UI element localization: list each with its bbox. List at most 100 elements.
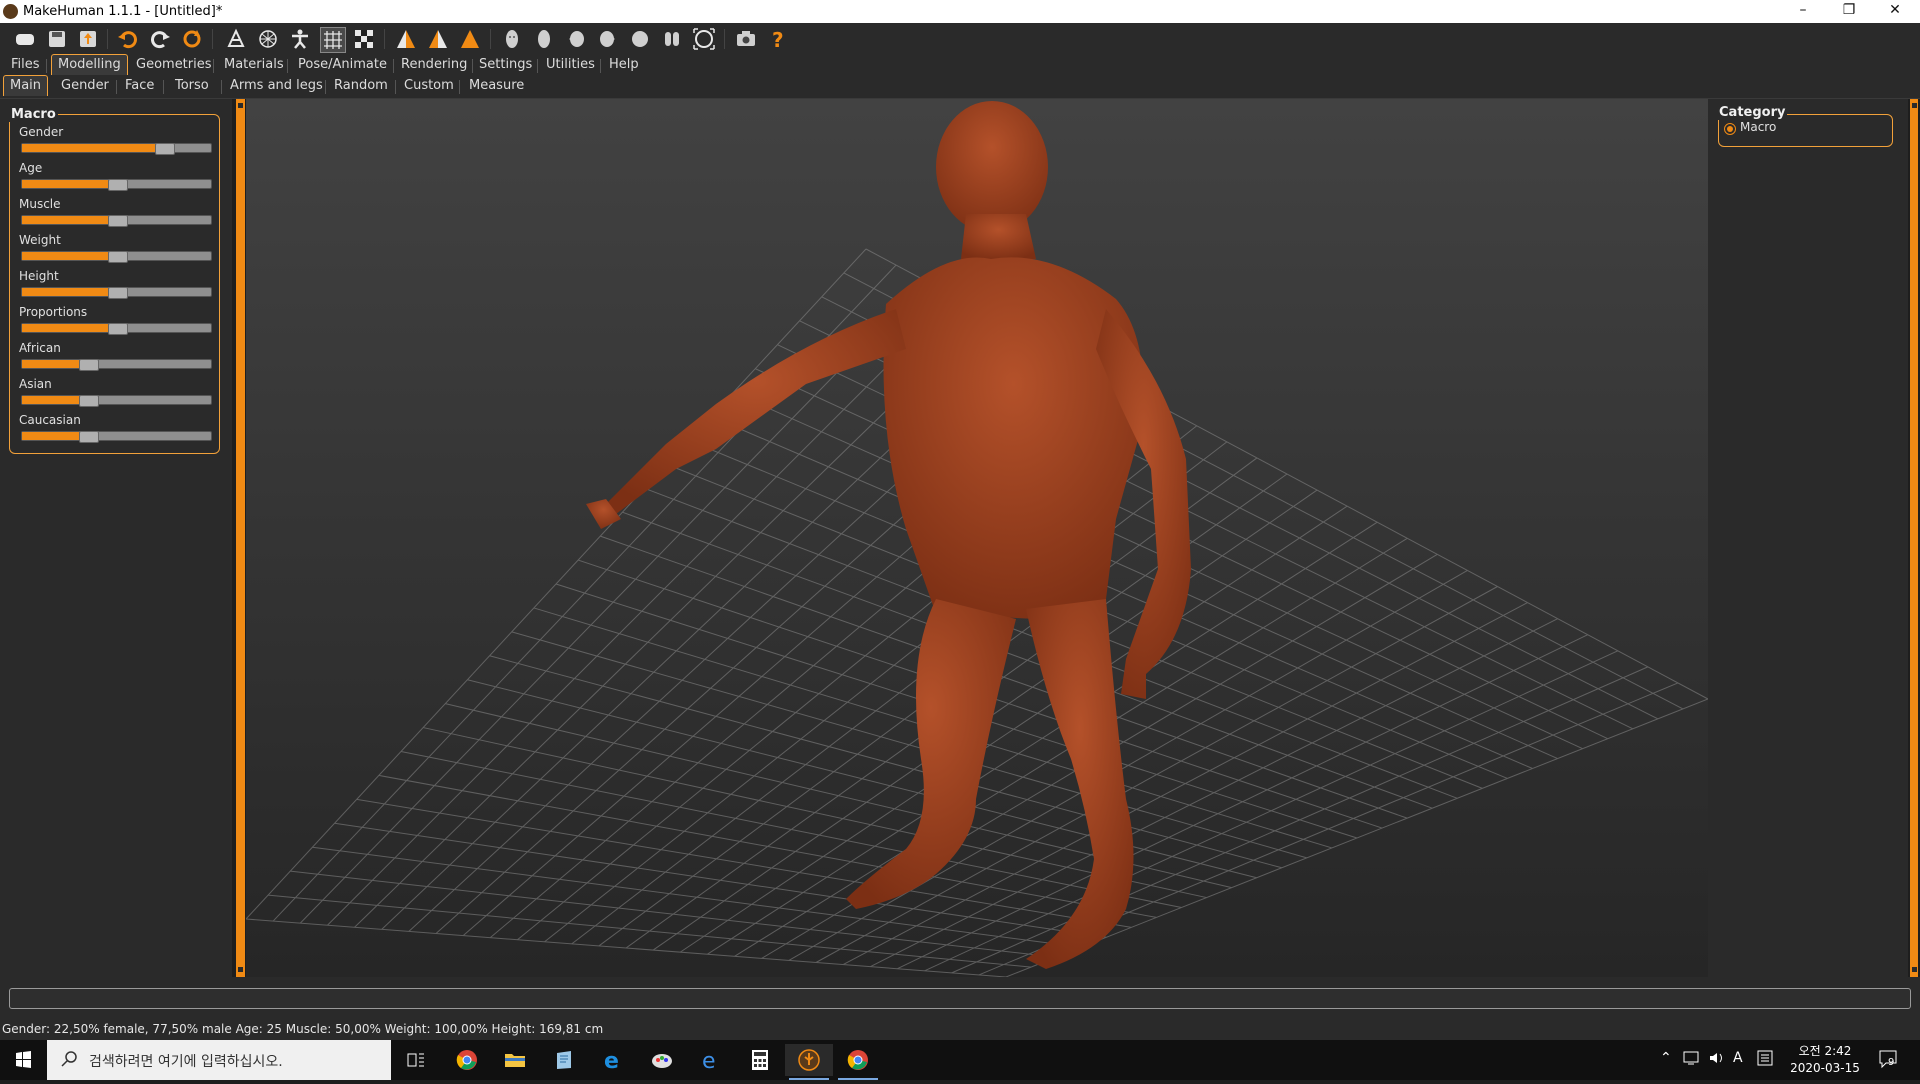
main-menu-tabs: Files Modelling Geometries Materials Pos… [0, 54, 1920, 76]
slider-weight[interactable] [21, 251, 212, 263]
restore-button[interactable]: ❐ [1826, 0, 1872, 23]
subtab-arms-and-legs[interactable]: Arms and legs [224, 76, 329, 96]
symmetry-icon[interactable] [458, 27, 482, 51]
left-splitter[interactable] [236, 99, 245, 977]
slider-asian[interactable] [21, 395, 212, 407]
tab-pose-animate[interactable]: Pose/Animate [292, 55, 393, 75]
reset-icon[interactable] [180, 27, 204, 51]
file-explorer-icon[interactable] [491, 1044, 539, 1076]
taskbar-clock[interactable]: 오전 2:42 2020-03-15 [1790, 1043, 1860, 1077]
tab-rendering[interactable]: Rendering [395, 55, 473, 75]
slider-muscle[interactable] [21, 215, 212, 227]
splitter-handle-bottom[interactable] [1911, 966, 1918, 973]
keyboard-layout-icon[interactable] [1757, 1050, 1773, 1070]
grid-line [378, 774, 1157, 918]
calculator-icon[interactable] [736, 1044, 784, 1076]
left-view-icon[interactable] [564, 27, 588, 51]
task-view-icon[interactable] [392, 1044, 440, 1076]
subtab-main[interactable]: Main [3, 75, 49, 96]
network-icon[interactable] [1683, 1050, 1701, 1070]
slider-height[interactable] [21, 287, 212, 299]
splitter-handle-top[interactable] [1911, 102, 1918, 109]
paint-icon[interactable] [638, 1044, 686, 1076]
chrome-icon[interactable] [443, 1044, 491, 1076]
checker-icon[interactable] [352, 27, 376, 51]
tab-materials[interactable]: Materials [218, 55, 290, 75]
slider-african[interactable] [21, 359, 212, 371]
action-center-icon[interactable]: 9 [1878, 1048, 1900, 1070]
viewport-scene [246, 101, 1708, 977]
new-file-icon[interactable] [13, 27, 37, 51]
taskbar-search-box[interactable]: 검색하려면 여기에 입력하십시오. [47, 1040, 391, 1080]
back-view-icon[interactable] [532, 27, 556, 51]
tab-separator [46, 59, 47, 73]
slider-handle[interactable] [79, 359, 99, 371]
3d-viewport[interactable] [246, 99, 1708, 977]
tab-settings[interactable]: Settings [473, 55, 538, 75]
grid-line [268, 894, 1032, 968]
makehuman-icon[interactable] [785, 1044, 833, 1080]
slider-caucasian[interactable] [21, 431, 212, 443]
ime-indicator[interactable]: A [1733, 1050, 1743, 1066]
slider-proportions[interactable] [21, 323, 212, 335]
tab-geometries[interactable]: Geometries [130, 55, 218, 75]
splitter-handle-top[interactable] [237, 102, 244, 109]
slider-gender[interactable] [21, 143, 212, 155]
subtab-face[interactable]: Face [119, 76, 160, 96]
redo-icon[interactable] [148, 27, 172, 51]
subtab-measure[interactable]: Measure [463, 76, 530, 96]
close-button[interactable]: ✕ [1872, 0, 1918, 23]
slider-handle[interactable] [155, 143, 175, 155]
smooth-icon[interactable] [224, 27, 248, 51]
macro-radio[interactable] [1724, 123, 1736, 135]
macro-radio-label[interactable]: Macro [1740, 120, 1776, 134]
right-view-icon[interactable] [596, 27, 620, 51]
bottom-view-icon[interactable] [660, 27, 684, 51]
slider-label-muscle: Muscle [19, 197, 61, 211]
slider-label-weight: Weight [19, 233, 61, 247]
symmetry-left-icon[interactable] [426, 27, 450, 51]
slider-handle[interactable] [108, 287, 128, 299]
grid-icon[interactable] [320, 27, 346, 53]
subtab-custom[interactable]: Custom [398, 76, 460, 96]
symmetry-right-icon[interactable] [394, 27, 418, 51]
slider-handle[interactable] [108, 179, 128, 191]
show-hidden-icons-icon[interactable]: ⌃ [1660, 1050, 1672, 1066]
front-view-icon[interactable] [500, 27, 524, 51]
minimize-button[interactable]: – [1780, 0, 1826, 23]
notepad-icon[interactable] [540, 1044, 588, 1076]
chrome-alt-icon[interactable] [834, 1044, 882, 1080]
save-icon[interactable] [45, 27, 69, 51]
reset-camera-icon[interactable] [692, 27, 716, 51]
slider-fill [22, 288, 117, 296]
notification-count: 9 [1888, 1057, 1895, 1068]
edge-legacy-icon[interactable]: e [589, 1044, 637, 1076]
slider-handle[interactable] [108, 215, 128, 227]
tab-utilities[interactable]: Utilities [540, 55, 601, 75]
tab-modelling[interactable]: Modelling [51, 54, 128, 75]
help-icon[interactable]: ? [766, 27, 790, 51]
tab-separator [116, 80, 117, 94]
undo-icon[interactable] [116, 27, 140, 51]
start-button[interactable] [0, 1040, 47, 1080]
splitter-handle-bottom[interactable] [237, 966, 244, 973]
top-view-icon[interactable] [628, 27, 652, 51]
screenshot-icon[interactable] [734, 27, 758, 51]
subtab-torso[interactable]: Torso [169, 76, 215, 96]
edge-icon[interactable]: e [687, 1044, 735, 1076]
subtab-gender[interactable]: Gender [55, 76, 115, 96]
slider-handle[interactable] [108, 323, 128, 335]
slider-handle[interactable] [108, 251, 128, 263]
tab-help[interactable]: Help [603, 55, 645, 75]
slider-handle[interactable] [79, 395, 99, 407]
wireframe-icon[interactable] [256, 27, 280, 51]
tab-files[interactable]: Files [5, 55, 46, 75]
slider-age[interactable] [21, 179, 212, 191]
volume-icon[interactable] [1708, 1050, 1726, 1070]
pose-icon[interactable] [288, 27, 312, 51]
svg-text:e: e [604, 1049, 619, 1072]
slider-handle[interactable] [79, 431, 99, 443]
subtab-random[interactable]: Random [328, 76, 394, 96]
export-icon[interactable] [76, 27, 100, 51]
right-splitter[interactable] [1910, 99, 1918, 977]
